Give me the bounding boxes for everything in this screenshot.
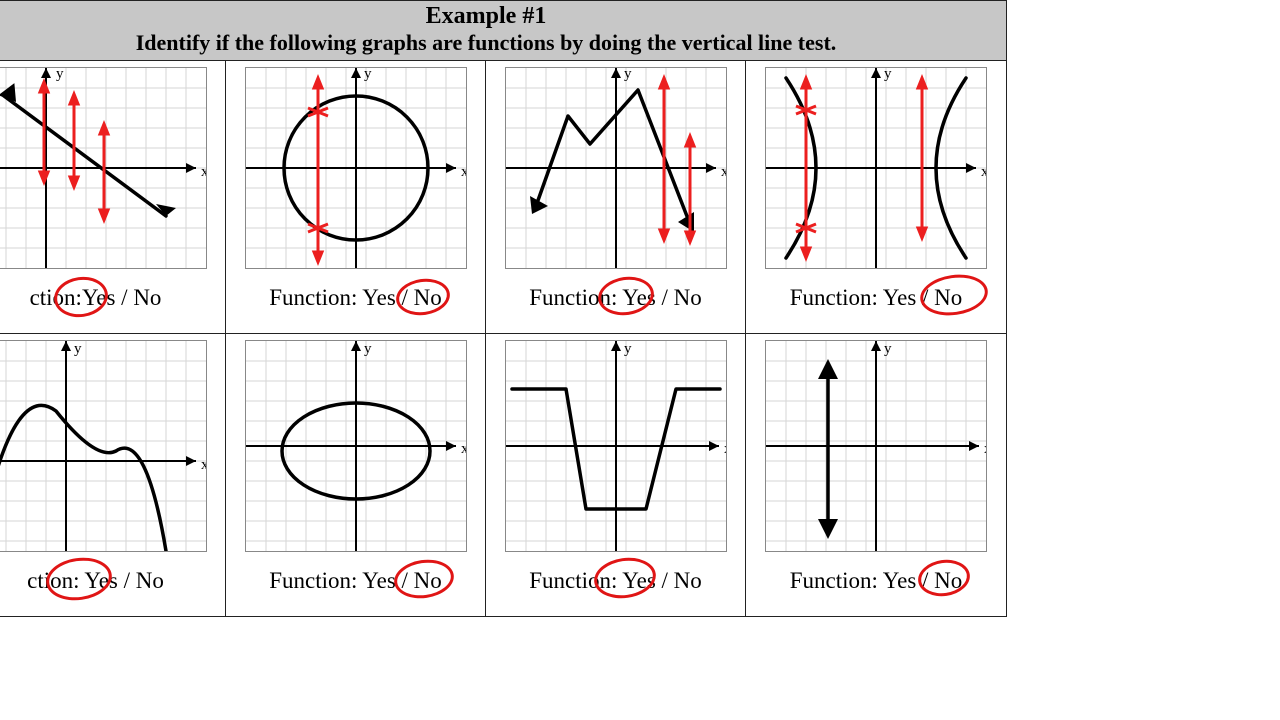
red-circle-mark: [596, 273, 657, 318]
graph-cell-7: x y Function: Yes / No: [486, 334, 746, 616]
svg-text:y: y: [884, 341, 892, 357]
svg-text:y: y: [364, 67, 372, 82]
svg-text:y: y: [364, 341, 372, 357]
worksheet: Example #1 Identify if the following gra…: [0, 0, 1007, 617]
red-circle-mark: [918, 270, 991, 319]
plot-8: x y: [746, 334, 1006, 554]
graph-cell-3: x y Functio: [486, 61, 746, 334]
axis-y-label: y: [56, 67, 64, 82]
red-circle-mark: [592, 554, 659, 602]
svg-text:y: y: [624, 341, 632, 357]
answer-7: Function: Yes / No: [486, 554, 745, 616]
answer-3: Function: Yes / No: [486, 271, 745, 333]
plot-5: x y: [0, 334, 225, 554]
graph-cell-6: x y Function: Yes / No: [226, 334, 486, 616]
svg-text:x: x: [721, 164, 727, 180]
svg-text:y: y: [74, 341, 82, 357]
graph-cell-4: x y: [746, 61, 1006, 334]
graph-grid: x y: [0, 61, 1006, 616]
answer-4: Function: Yes / No: [746, 271, 1006, 333]
example-instruction: Identify if the following graphs are fun…: [0, 30, 1006, 56]
svg-text:x: x: [461, 164, 467, 180]
plot-4: x y: [746, 61, 1006, 271]
answer-6: Function: Yes / No: [226, 554, 485, 616]
plot-7: x y: [486, 334, 745, 554]
option-sep: /: [115, 285, 133, 310]
vlt-marking: [40, 82, 108, 220]
option-no: No: [133, 285, 161, 310]
answer-1: ction:Yes / No: [0, 271, 225, 333]
plot-3: x y: [486, 61, 745, 271]
red-circle-mark: [43, 554, 114, 605]
plot-1: x y: [0, 61, 225, 271]
axis-x-label: x: [201, 164, 207, 180]
svg-text:x: x: [461, 441, 467, 457]
answer-5: ction: Yes / No: [0, 554, 225, 616]
answer-2: Function: Yes / No: [226, 271, 485, 333]
red-circle-mark: [392, 556, 457, 602]
svg-text:x: x: [984, 441, 987, 457]
svg-text:y: y: [884, 67, 892, 82]
svg-text:x: x: [724, 441, 727, 457]
graph-cell-1: x y: [0, 61, 226, 334]
example-title: Example #1: [0, 3, 1006, 30]
red-circle-mark: [394, 275, 452, 318]
graph-cell-8: x y Function: Yes / No: [746, 334, 1006, 616]
graph-cell-5: x y ction: Yes / No: [0, 334, 226, 616]
plot-2: x y: [226, 61, 485, 271]
svg-text:x: x: [201, 457, 207, 473]
graph-cell-2: x y Function: Yes / No: [226, 61, 486, 334]
red-circle-mark: [51, 273, 110, 320]
vlt-marking: [660, 78, 694, 242]
answer-8: Function: Yes / No: [746, 554, 1006, 616]
svg-text:y: y: [624, 67, 632, 82]
plot-6: x y: [226, 334, 485, 554]
svg-text:x: x: [981, 164, 987, 180]
red-circle-mark: [916, 557, 973, 600]
worksheet-header: Example #1 Identify if the following gra…: [0, 1, 1006, 61]
